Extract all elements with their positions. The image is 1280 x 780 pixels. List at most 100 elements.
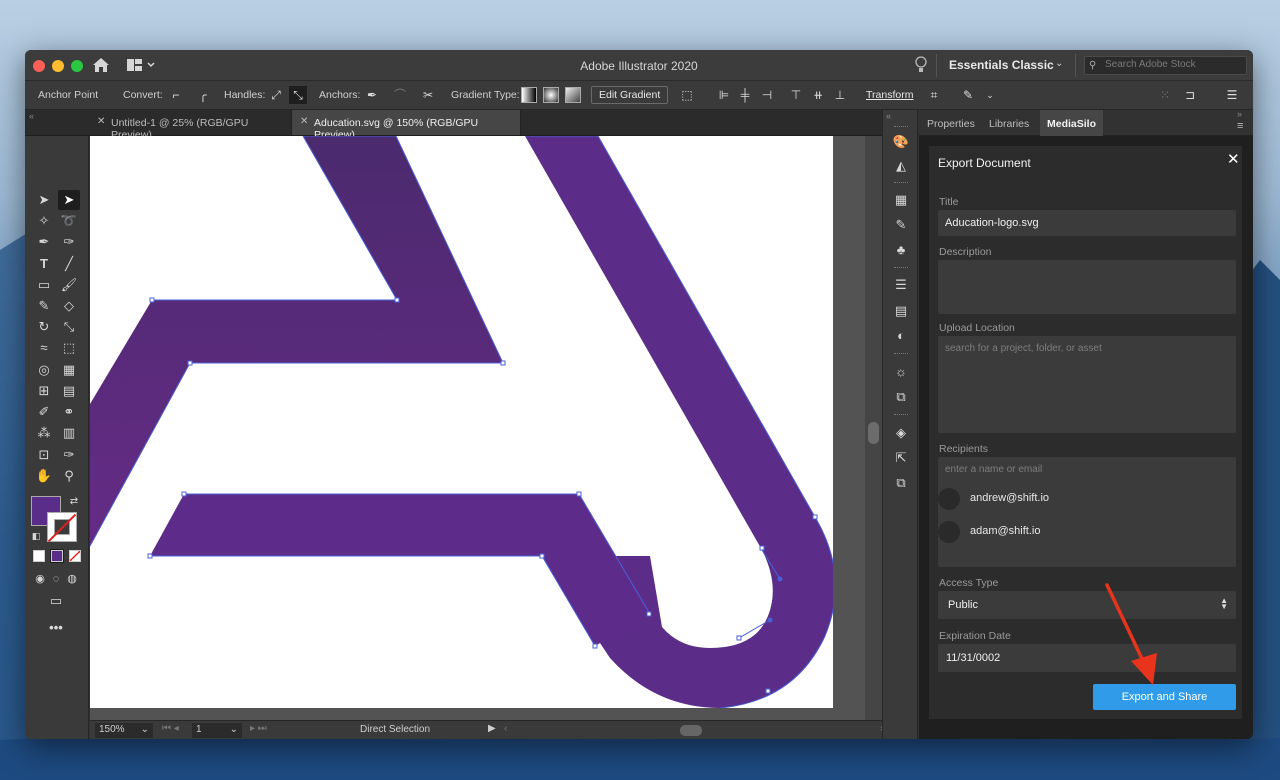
brushes-icon[interactable]: ✎ <box>892 216 910 234</box>
asset-export-icon[interactable]: ⇱ <box>892 449 910 467</box>
align-middle-icon[interactable]: ⧺ <box>809 86 827 104</box>
isolate-icon[interactable]: ⌗ <box>925 86 943 104</box>
close-tab-icon[interactable]: ✕ <box>300 116 308 127</box>
width-tool-icon[interactable]: ≈ <box>33 338 55 358</box>
artboards-icon[interactable]: ⧉ <box>892 474 910 492</box>
transform-link[interactable]: Transform <box>866 89 913 101</box>
align-bottom-icon[interactable]: ⊥ <box>831 86 849 104</box>
tab-libraries[interactable]: Libraries <box>989 118 1029 130</box>
shaper-tool-icon[interactable]: ✎ <box>33 296 55 316</box>
status-menu-arrow-icon[interactable]: ▶ <box>488 723 496 734</box>
artboard-tool-icon[interactable]: ⊡ <box>33 445 55 465</box>
align-right-icon[interactable]: ⊣ <box>758 86 776 104</box>
perspective-grid-icon[interactable]: ▦ <box>58 360 80 380</box>
expiration-date-input[interactable]: 11/31/0002 <box>938 644 1236 672</box>
remove-anchor-icon[interactable]: ✒ <box>363 86 381 104</box>
appearance-icon[interactable]: ☼ <box>892 363 910 381</box>
none-mode-icon[interactable] <box>69 550 81 562</box>
linear-gradient-icon[interactable] <box>521 87 537 103</box>
align-center-icon[interactable]: ╪ <box>736 86 754 104</box>
layers-icon[interactable]: ◈ <box>892 424 910 442</box>
first-page-icon[interactable]: ⏮ ◂ <box>162 723 179 734</box>
symbols-icon[interactable]: ♣ <box>892 241 910 259</box>
graphic-styles-icon[interactable]: ⧉ <box>892 388 910 406</box>
tab-properties[interactable]: Properties <box>927 118 975 130</box>
panel-options-icon[interactable]: ⊐ <box>1181 86 1199 104</box>
magic-wand-icon[interactable]: ✧ <box>33 211 55 231</box>
hide-handles-icon[interactable]: ⤡ <box>289 86 307 104</box>
artboard-icon[interactable]: ⬚ <box>678 86 696 104</box>
scroll-thumb[interactable] <box>868 422 879 444</box>
curvature-tool-icon[interactable]: ✑ <box>58 232 80 252</box>
more-tools-icon[interactable]: ••• <box>45 618 67 638</box>
direct-selection-tool-icon[interactable]: ➤ <box>58 190 80 210</box>
next-page-icon[interactable]: ▸ ⏭ <box>250 723 267 734</box>
freeform-gradient-icon[interactable] <box>565 87 581 103</box>
color-palette-icon[interactable]: 🎨 <box>892 133 910 151</box>
scroll-left-icon[interactable]: ‹ <box>504 723 507 734</box>
workspace-switcher[interactable]: Essentials Classic <box>949 58 1054 72</box>
swap-fill-stroke-icon[interactable]: ⇄ <box>63 492 85 512</box>
scale-tool-icon[interactable]: ⤡ <box>58 317 80 337</box>
stroke-swatch[interactable] <box>47 512 77 542</box>
horizontal-scroll-thumb[interactable] <box>680 725 702 736</box>
zoom-level-select[interactable]: 150% ⌄ <box>95 723 153 738</box>
color-mode-icon[interactable] <box>33 550 45 562</box>
artboard[interactable] <box>90 136 833 708</box>
align-left-icon[interactable]: ⊫ <box>715 86 733 104</box>
search-adobe-stock-input[interactable]: ⚲ Search Adobe Stock <box>1084 56 1247 75</box>
collapse-toolbar-icon[interactable]: « <box>29 111 34 121</box>
lightbulb-icon[interactable] <box>914 56 928 74</box>
free-transform-icon[interactable]: ⬚ <box>58 338 80 358</box>
align-top-icon[interactable]: ⊤ <box>787 86 805 104</box>
panel-menu-icon[interactable]: ≡ <box>1237 120 1243 132</box>
collapse-panels-icon[interactable]: « <box>886 111 891 121</box>
stroke-icon[interactable]: ☰ <box>892 276 910 294</box>
gradient-tool-icon[interactable]: ▤ <box>58 381 80 401</box>
tab-aducation[interactable]: ✕ Aducation.svg @ 150% (RGB/GPU Preview) <box>292 110 521 141</box>
rectangle-tool-icon[interactable]: ▭ <box>33 275 55 295</box>
hand-tool-icon[interactable]: ✋ <box>33 466 55 486</box>
paintbrush-icon[interactable]: 🖌 <box>58 275 80 295</box>
access-type-select[interactable]: Public ▲ ▼ <box>938 591 1236 619</box>
collapse-panel-icon[interactable]: » <box>1237 109 1242 119</box>
page-number-select[interactable]: 1 ⌄ <box>192 723 242 738</box>
graph-tool-icon[interactable]: ▥ <box>58 423 80 443</box>
aducation-logo-artwork[interactable] <box>90 136 833 708</box>
slice-tool-icon[interactable]: ✑ <box>58 445 80 465</box>
selection-tool-icon[interactable]: ➤ <box>33 190 55 210</box>
close-tab-icon[interactable]: ✕ <box>97 116 105 127</box>
symbol-sprayer-icon[interactable]: ⁂ <box>33 423 55 443</box>
radial-gradient-icon[interactable] <box>543 87 559 103</box>
blend-tool-icon[interactable]: ⚭ <box>58 402 80 422</box>
upload-location-input[interactable]: search for a project, folder, or asset <box>938 336 1236 433</box>
connect-anchor-icon[interactable]: ⌒ <box>391 86 409 104</box>
canvas-area[interactable] <box>90 136 882 720</box>
title-input[interactable]: Aducation-logo.svg <box>938 210 1236 236</box>
eyedropper-icon[interactable]: ✐ <box>33 402 55 422</box>
swatches-icon[interactable]: ▦ <box>892 191 910 209</box>
gradient-mode-icon[interactable] <box>50 549 64 563</box>
mesh-tool-icon[interactable]: ⊞ <box>33 381 55 401</box>
rotate-tool-icon[interactable]: ↻ <box>33 317 55 337</box>
tab-untitled[interactable]: ✕ Untitled-1 @ 25% (RGB/GPU Preview) <box>89 110 292 141</box>
screen-mode-icon[interactable]: ▭ <box>45 591 67 611</box>
zoom-tool-icon[interactable]: ⚲ <box>58 466 80 486</box>
eraser-icon[interactable]: ◇ <box>58 296 80 316</box>
color-guide-icon[interactable]: ◭ <box>892 157 910 175</box>
chevron-down-icon[interactable]: ⌄ <box>981 86 999 104</box>
cut-path-icon[interactable]: ✂ <box>419 86 437 104</box>
vertical-scrollbar[interactable] <box>865 136 882 720</box>
tab-mediasilo[interactable]: MediaSilo <box>1040 110 1104 136</box>
line-tool-icon[interactable]: ╱ <box>58 254 80 274</box>
draw-inside-icon[interactable]: ◍ <box>61 569 83 589</box>
convert-corner-icon[interactable]: ⌐ <box>167 86 185 104</box>
show-handles-icon[interactable]: ⤢ <box>267 86 285 104</box>
default-colors-icon[interactable]: ◧ <box>25 526 47 546</box>
grid-icon[interactable]: ⁙ <box>1156 86 1174 104</box>
type-tool-icon[interactable]: T <box>33 254 55 274</box>
recipients-input[interactable]: enter a name or email <box>938 457 1236 567</box>
pen-tool-icon[interactable]: ✒ <box>33 232 55 252</box>
gradient-icon[interactable]: ▤ <box>892 302 910 320</box>
chevron-down-icon[interactable]: ⌄ <box>1055 58 1063 69</box>
